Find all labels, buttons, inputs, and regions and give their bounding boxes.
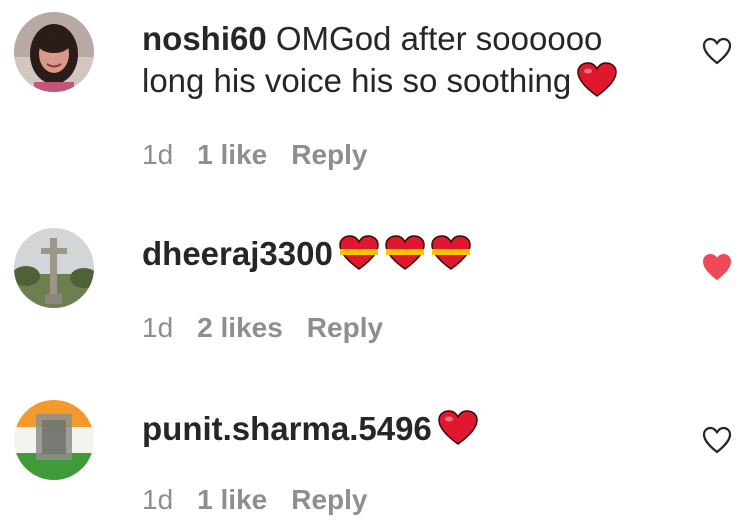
comment-likes[interactable]: 1 like [197,484,267,515]
comment-item: dheeraj3300 1d 2 likes Reply [0,180,744,350]
avatar[interactable] [14,12,94,92]
comment-item: noshi60 OMGod after soooooo long his voi… [0,0,744,180]
comment-item: punit.sharma.5496 1d 1 like Reply [0,350,744,527]
heart-with-ribbon-icon [385,235,425,282]
comment-time[interactable]: 1d [142,484,173,515]
avatar[interactable] [14,400,94,480]
comment-text: dheeraj3300 [142,232,471,282]
reply-button[interactable]: Reply [291,139,367,170]
comment-meta: 1d 1 like Reply [142,483,391,517]
heart-filled-icon [703,254,731,280]
comment-username[interactable]: dheeraj3300 [142,235,333,272]
like-comment-button[interactable] [702,36,732,66]
comment-meta: 1d 1 like Reply [142,138,391,172]
comment-username[interactable]: punit.sharma.5496 [142,410,432,447]
comment-likes[interactable]: 2 likes [197,312,283,343]
comment-text: noshi60 OMGod after soooooo [142,17,602,61]
heart-outline-icon [702,426,732,454]
comment-likes[interactable]: 1 like [197,139,267,170]
red-heart-icon [438,410,478,457]
heart-with-ribbon-icon [339,235,379,282]
reply-button[interactable]: Reply [307,312,383,343]
comment-username[interactable]: noshi60 [142,20,267,57]
comment-body: long his voice his so soothing [142,62,572,99]
comment-time[interactable]: 1d [142,312,173,343]
reply-button[interactable]: Reply [291,484,367,515]
avatar[interactable] [14,228,94,308]
comment-time[interactable]: 1d [142,139,173,170]
red-heart-icon [577,62,618,109]
heart-outline-icon [702,37,732,65]
comment-text: punit.sharma.5496 [142,407,478,457]
heart-with-ribbon-icon [431,235,471,282]
like-comment-button[interactable] [702,252,732,282]
comment-meta: 1d 2 likes Reply [142,311,407,345]
comment-text-line-2: long his voice his so soothing [142,59,618,109]
like-comment-button[interactable] [702,425,732,455]
comment-body: OMGod after soooooo [275,20,603,57]
